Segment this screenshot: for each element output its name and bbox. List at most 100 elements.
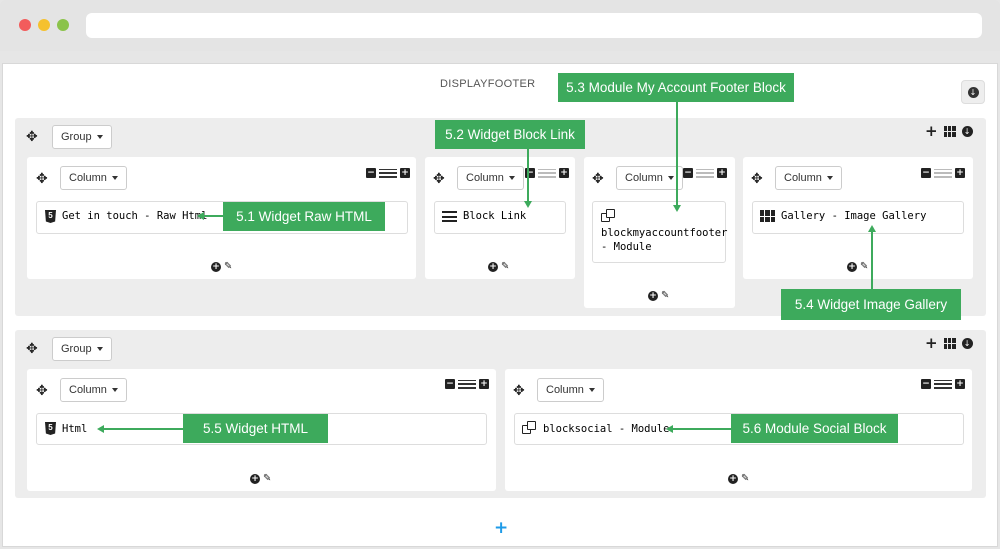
pencil-icon[interactable]: ✎: [741, 474, 749, 484]
list-icon: [442, 211, 457, 222]
plus-icon[interactable]: +: [479, 379, 489, 389]
column-dropdown[interactable]: Column: [616, 166, 683, 190]
add-column-icon[interactable]: +: [925, 124, 938, 139]
move-icon[interactable]: ✥: [751, 172, 763, 186]
group-dropdown-label: Group: [61, 343, 92, 355]
add-column-icon[interactable]: +: [925, 336, 938, 351]
column-dropdown[interactable]: Column: [60, 166, 127, 190]
add-widget-icon[interactable]: +: [648, 291, 658, 301]
add-widget-icon[interactable]: +: [211, 262, 221, 272]
column-dropdown-label: Column: [625, 172, 663, 184]
plus-icon[interactable]: +: [400, 168, 410, 178]
hook-title: DISPLAYFOOTER: [440, 78, 536, 90]
move-icon[interactable]: ✥: [36, 172, 48, 186]
widget-label: Gallery - Image Gallery: [781, 210, 927, 222]
widget-label: Get in touch - Raw Html: [62, 210, 208, 222]
maximize-window-button[interactable]: [57, 19, 69, 31]
add-widget-icon[interactable]: +: [728, 474, 738, 484]
pencil-icon[interactable]: ✎: [501, 262, 509, 272]
pencil-icon[interactable]: ✎: [661, 291, 669, 301]
column-width-tools: − +: [366, 168, 410, 178]
pencil-icon[interactable]: ✎: [263, 474, 271, 484]
column-width-tools: − +: [445, 379, 489, 389]
arrow-down-icon: [524, 201, 532, 208]
pencil-icon[interactable]: ✎: [860, 262, 868, 272]
widget-label: Block Link: [463, 210, 527, 222]
width-bars-icon: [458, 379, 476, 389]
arrow-circle-down-icon[interactable]: ↓: [961, 125, 973, 137]
plus-icon[interactable]: +: [955, 168, 965, 178]
plus-icon[interactable]: +: [559, 168, 569, 178]
group-dropdown[interactable]: Group: [52, 337, 112, 361]
browser-chrome: [0, 0, 1000, 51]
widget-actions: + ✎: [847, 262, 868, 272]
caret-down-icon: [111, 176, 118, 180]
caret-down-icon: [111, 388, 118, 392]
add-widget-icon[interactable]: +: [250, 474, 260, 484]
annotation-arrow-line: [673, 428, 731, 430]
annotation-arrow-line: [676, 102, 678, 206]
grid-icon[interactable]: [943, 337, 956, 349]
group-tools: + ↓: [925, 336, 973, 351]
minimize-window-button[interactable]: [38, 19, 50, 31]
add-group-plus-icon[interactable]: +: [494, 520, 508, 537]
move-icon[interactable]: ✥: [513, 384, 525, 398]
widget-label: blocksocial - Module: [543, 423, 670, 435]
column-dropdown[interactable]: Column: [537, 378, 604, 402]
arrow-circle-down-icon[interactable]: ↓: [961, 337, 973, 349]
caret-down-icon: [826, 176, 833, 180]
arrow-left-icon: [666, 425, 673, 433]
move-icon[interactable]: ✥: [592, 172, 604, 186]
address-bar[interactable]: [86, 13, 982, 38]
pencil-icon[interactable]: ✎: [224, 262, 232, 272]
widget-label-line1: blockmyaccountfooter: [601, 227, 728, 239]
column-dropdown[interactable]: Column: [60, 378, 127, 402]
annotation-5-6: 5.6 Module Social Block: [731, 414, 898, 443]
column-dropdown-label: Column: [69, 384, 107, 396]
annotation-arrow-line: [871, 232, 873, 289]
caret-down-icon: [667, 176, 674, 180]
annotation-5-1: 5.1 Widget Raw HTML: [223, 202, 385, 231]
widget-actions: + ✎: [211, 262, 232, 272]
arrow-circle-down-icon: ↓: [967, 86, 979, 98]
column-width-tools: − +: [921, 168, 965, 178]
minus-icon[interactable]: −: [683, 168, 693, 178]
annotation-5-3: 5.3 Module My Account Footer Block: [558, 73, 794, 102]
group-dropdown[interactable]: Group: [52, 125, 112, 149]
move-icon[interactable]: ✥: [26, 130, 38, 144]
column-width-tools: − +: [683, 168, 727, 178]
group-tools: + ↓: [925, 124, 973, 139]
grid-icon: [760, 210, 775, 222]
minus-icon[interactable]: −: [921, 379, 931, 389]
plus-icon[interactable]: +: [955, 379, 965, 389]
minus-icon[interactable]: −: [366, 168, 376, 178]
minus-icon[interactable]: −: [921, 168, 931, 178]
caret-down-icon: [588, 388, 595, 392]
plus-icon[interactable]: +: [717, 168, 727, 178]
close-window-button[interactable]: [19, 19, 31, 31]
minus-icon[interactable]: −: [445, 379, 455, 389]
annotation-arrow-line: [204, 215, 223, 217]
grid-icon[interactable]: [943, 125, 956, 137]
width-bars-icon: [696, 168, 714, 178]
caret-down-icon: [508, 176, 515, 180]
column-dropdown[interactable]: Column: [457, 166, 524, 190]
move-icon[interactable]: ✥: [26, 342, 38, 356]
add-widget-icon[interactable]: +: [847, 262, 857, 272]
column-dropdown-label: Column: [784, 172, 822, 184]
width-bars-icon: [934, 379, 952, 389]
html5-icon: 5: [45, 210, 56, 223]
add-widget-icon[interactable]: +: [488, 262, 498, 272]
hook-toggle-button[interactable]: ↓: [961, 80, 985, 104]
annotation-5-2: 5.2 Widget Block Link: [435, 120, 585, 149]
arrow-left-icon: [197, 212, 204, 220]
widget-actions: + ✎: [250, 474, 271, 484]
move-icon[interactable]: ✥: [36, 384, 48, 398]
column-dropdown-label: Column: [69, 172, 107, 184]
arrow-up-icon: [868, 225, 876, 232]
module-icon: [522, 421, 537, 436]
caret-down-icon: [96, 347, 103, 351]
move-icon[interactable]: ✥: [433, 172, 445, 186]
caret-down-icon: [96, 135, 103, 139]
column-dropdown[interactable]: Column: [775, 166, 842, 190]
